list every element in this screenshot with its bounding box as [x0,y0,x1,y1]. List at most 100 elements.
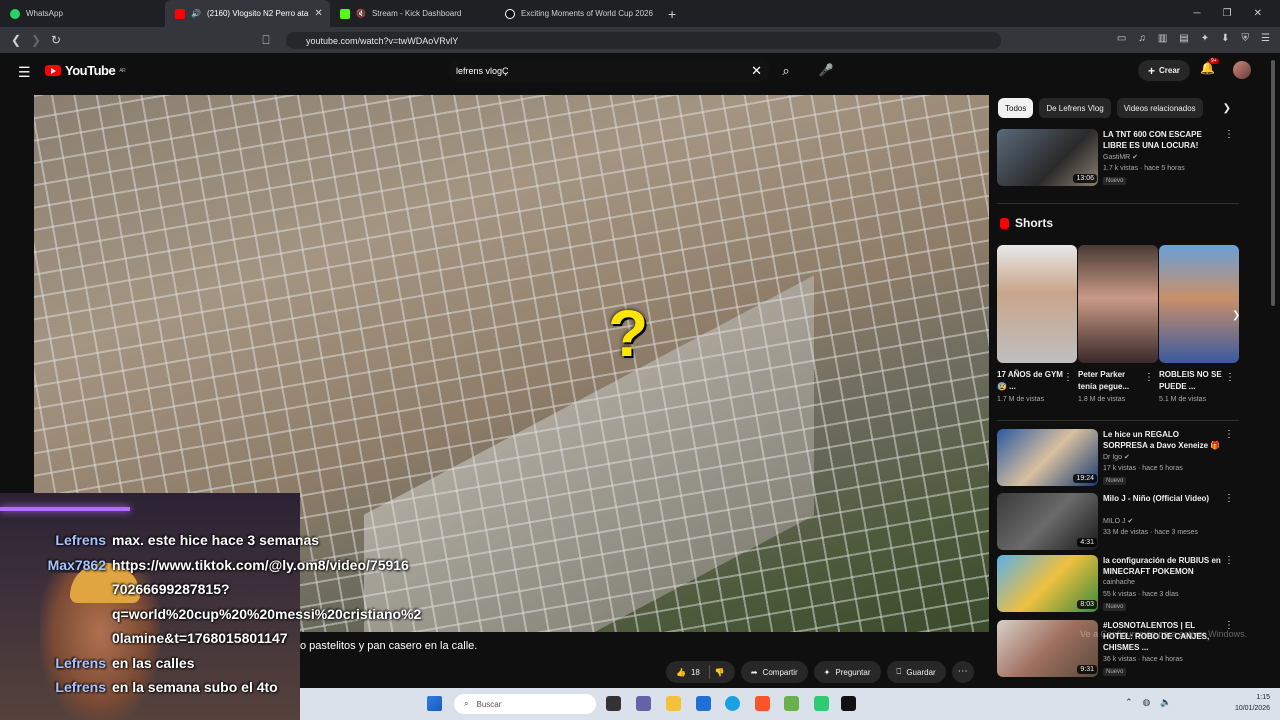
short-item[interactable]: ROBLEIS NO SE PUEDE ... 5.1 M de vistas … [1159,245,1239,403]
forward-icon[interactable]: ❯ [26,33,46,47]
short-thumbnail[interactable] [997,245,1077,363]
chat-line: Lefrens max. este hice hace 3 semanas [0,528,460,553]
more-options-icon[interactable]: ⋮ [1224,493,1234,504]
audio-icon[interactable]: 🔊 [191,9,201,18]
video-title[interactable]: Milo J - Niño (Official Video) [1103,493,1223,504]
like-button[interactable]: 👍 18 👎 [666,661,735,683]
more-options-icon[interactable]: ⋮ [1224,129,1234,140]
menu-icon[interactable]: ☰ [1261,33,1270,44]
ask-button[interactable]: ✦ Preguntar [813,661,881,683]
file-explorer-icon[interactable] [666,696,681,711]
short-views: 1.7 M de vistas [997,396,1045,403]
brave-icon[interactable] [755,696,770,711]
tab-youtube-video[interactable]: 🔊 (2160) Vlogsito N2 Perro ata ✕ [165,0,330,27]
network-icon[interactable]: ◍ [1143,697,1151,708]
short-title[interactable]: Peter Parker tenía pegue... [1078,369,1144,393]
store-icon[interactable] [696,696,711,711]
youtube-logo[interactable]: YouTube AR [45,63,126,78]
app-icon[interactable] [784,696,799,711]
more-options-icon[interactable]: ⋮ [1144,372,1154,383]
shield-icon[interactable]: ⛨ [1242,33,1250,44]
taskbar-search-input[interactable]: ⌕ Buscar [454,694,596,714]
url-field[interactable]: youtube.com/watch?v=twWDAoVRvlY [286,32,1001,49]
chat-message: 70266699287815? [112,581,230,597]
related-video-item[interactable]: 13:06 LA TNT 600 CON ESCAPE LIBRE ES UNA… [997,129,1242,189]
chevron-up-icon[interactable]: ⌃ [1125,697,1133,708]
search-icon: ⌕ [464,699,469,708]
share-label: Compartir [762,667,798,677]
minimize-icon[interactable]: ─ [1194,8,1201,19]
video-channel[interactable]: GastiMR ✔ [1103,153,1138,161]
sidebar-icon[interactable]: ▥ [1158,33,1167,44]
search-icon[interactable]: ⌕ [774,59,798,82]
clock[interactable]: 1:15 10/01/2026 [1235,692,1270,714]
page-scrollbar[interactable] [1271,60,1275,306]
shorts-icon [1000,217,1009,229]
related-video-item[interactable]: 19:24 Le hice un REGALO SORPRESA a Davo … [997,429,1242,489]
video-title[interactable]: Le hice un REGALO SORPRESA a Davo Xeneiz… [1103,429,1223,451]
volume-icon[interactable]: 🔈 [1160,697,1171,708]
save-button[interactable]: ⎕ Guardar [886,661,946,683]
video-channel[interactable]: cainhache [1103,579,1135,586]
video-title[interactable]: LA TNT 600 CON ESCAPE LIBRE ES UNA LOCUR… [1103,129,1223,151]
chip-de-lefrens-vlog[interactable]: De Lefrens Vlog [1039,98,1111,118]
more-options-icon[interactable]: ⋮ [1063,372,1073,383]
bookmark-icon[interactable]: ⎕ [256,33,276,48]
short-thumbnail[interactable] [1078,245,1158,363]
create-button[interactable]: + Crear [1138,60,1190,81]
chip-videos-relacionados[interactable]: Videos relacionados [1116,98,1203,118]
close-tab-icon[interactable]: ✕ [314,8,322,19]
shorts-next-icon[interactable]: ❯ [1232,310,1240,321]
wallet-icon[interactable]: ▤ [1179,33,1188,44]
tab-kick-dashboard[interactable]: 🔇 Stream - Kick Dashboard [330,0,495,27]
teams-icon[interactable] [636,696,651,711]
cast-icon[interactable]: ▭ [1117,33,1126,44]
more-actions-icon[interactable]: ⋯ [951,661,974,683]
notifications-bell-icon[interactable]: 🔔 9+ [1200,58,1219,75]
video-channel[interactable]: Dr Igo ✔ [1103,453,1130,461]
chip-todos[interactable]: Todos [998,98,1034,118]
windows-start-icon[interactable] [427,696,442,711]
search-query: lefrens vlogÇ [456,65,509,76]
thumbs-down-icon[interactable]: 👎 [715,668,725,677]
share-button[interactable]: ➦ Compartir [740,661,808,683]
plus-icon: + [1148,63,1156,78]
short-title[interactable]: 17 AÑOS de GYM 😰 ... [997,369,1063,393]
short-item[interactable]: Peter Parker tenía pegue... 1.8 M de vis… [1078,245,1158,403]
like-count: 18 [690,667,700,677]
more-options-icon[interactable]: ⋮ [1224,555,1234,566]
related-video-item[interactable]: 4:31 Milo J - Niño (Official Video) MILO… [997,493,1242,553]
mute-icon[interactable]: 🔇 [356,9,366,18]
chat-line: q=world%20cup%20%20messi%20cristiano%2 [0,602,460,627]
search-input[interactable]: lefrens vlogÇ ✕ [448,59,770,82]
chat-message: 0lamine&t=1768015801147 [112,630,288,646]
avatar[interactable] [1233,61,1251,79]
short-title[interactable]: ROBLEIS NO SE PUEDE ... [1159,369,1225,393]
video-title[interactable]: la configuración de RUBIUS en MINECRAFT … [1103,555,1223,577]
related-video-item[interactable]: 8:03 la configuración de RUBIUS en MINEC… [997,555,1242,615]
more-options-icon[interactable]: ⋮ [1225,372,1235,383]
short-thumbnail[interactable] [1159,245,1239,363]
restore-icon[interactable]: ❐ [1223,8,1232,19]
short-item[interactable]: 17 AÑOS de GYM 😰 ... 1.7 M de vistas ⋮ [997,245,1077,403]
chevron-right-icon[interactable]: ❯ [1223,103,1231,114]
tab-world-cup[interactable]: Exciting Moments of World Cup 2026 [495,0,660,27]
close-window-icon[interactable]: ✕ [1254,8,1262,19]
app-icon[interactable] [814,696,829,711]
music-icon[interactable]: ♫ [1138,33,1146,44]
download-icon[interactable]: ⬇ [1221,33,1229,44]
microphone-icon[interactable]: 🎤 [816,59,836,82]
task-view-icon[interactable] [606,696,621,711]
clear-search-icon[interactable]: ✕ [751,63,762,79]
new-tab-button[interactable]: + [660,6,684,22]
reload-icon[interactable]: ↻ [46,33,66,47]
more-options-icon[interactable]: ⋮ [1224,429,1234,440]
guide-menu-icon[interactable]: ☰ [18,64,31,81]
extensions-icon[interactable]: ✦ [1201,33,1209,44]
short-views: 1.8 M de vistas [1078,396,1126,403]
edge-icon[interactable] [725,696,740,711]
tab-whatsapp[interactable]: WhatsApp [0,0,165,27]
capcut-icon[interactable] [841,696,856,711]
video-channel[interactable]: MILO J ✔ [1103,517,1133,525]
back-icon[interactable]: ❮ [6,33,26,47]
